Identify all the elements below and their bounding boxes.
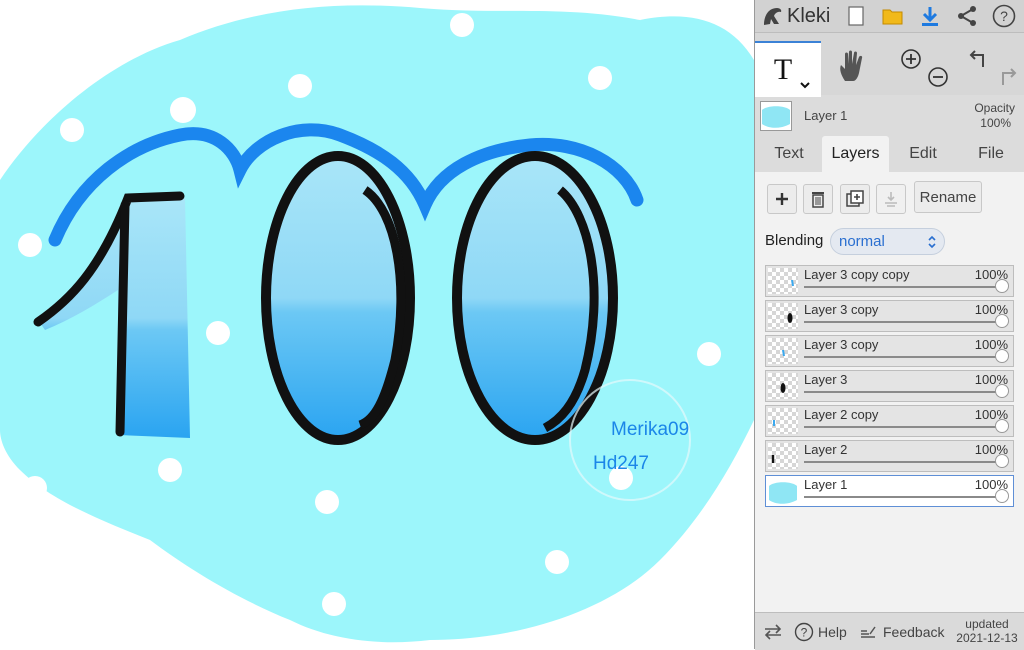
- current-layer-thumbnail: [760, 101, 792, 131]
- layer-thumbnail: [768, 443, 798, 469]
- share-icon[interactable]: [954, 3, 980, 29]
- blending-select[interactable]: normal: [830, 228, 945, 255]
- layer-opacity-knob[interactable]: [995, 489, 1009, 503]
- hand-tool-icon[interactable]: [837, 49, 869, 88]
- blending-value: normal: [839, 233, 885, 250]
- digit-zero-1: [261, 151, 415, 445]
- feedback-pen-icon: [861, 626, 876, 638]
- current-layer-name: Layer 1: [804, 108, 848, 123]
- layer-name: Layer 3: [804, 372, 848, 387]
- tab-layers[interactable]: Layers: [822, 136, 889, 172]
- layer-thumbnail: [768, 303, 798, 329]
- layer-item[interactable]: Layer 3 100%: [765, 370, 1014, 402]
- layer-opacity-slider[interactable]: [804, 356, 1001, 358]
- blending-label: Blending: [765, 232, 824, 249]
- layer-name: Layer 2 copy: [804, 407, 879, 422]
- layer-opacity-slider[interactable]: [804, 286, 1001, 288]
- add-layer-button[interactable]: [767, 184, 797, 214]
- layer-opacity-slider[interactable]: [804, 321, 1001, 323]
- digit-zero-2: [452, 151, 618, 445]
- tab-edit[interactable]: Edit: [895, 136, 951, 172]
- layer-thumbnail: [768, 478, 798, 504]
- text-tool-icon: T: [774, 53, 810, 89]
- current-layer-row: Layer 1 Opacity 100%: [755, 96, 1024, 134]
- tool-row: T: [755, 33, 1024, 97]
- updated-date: 2021-12-13: [956, 631, 1018, 645]
- layer-item-selected[interactable]: Layer 1 100%: [765, 475, 1014, 507]
- redo-icon[interactable]: [995, 65, 1019, 94]
- layer-thumbnail: [768, 408, 798, 434]
- tab-text[interactable]: Text: [761, 136, 817, 172]
- drawing-canvas[interactable]: Merika09 Hd247: [0, 0, 754, 649]
- layer-item[interactable]: Layer 3 copy 100%: [765, 300, 1014, 332]
- tab-file[interactable]: File: [961, 136, 1021, 172]
- rename-layer-button[interactable]: Rename: [914, 181, 982, 213]
- opacity-label: Opacity: [974, 101, 1015, 115]
- layer-opacity-slider[interactable]: [804, 461, 1001, 463]
- side-panel: Kleki ? T Layer 1 Opacity 100% Text Laye…: [754, 0, 1024, 650]
- layer-opacity-knob[interactable]: [995, 279, 1009, 293]
- new-image-icon[interactable]: [843, 3, 869, 29]
- layer-opacity-knob[interactable]: [995, 454, 1009, 468]
- help-icon[interactable]: ?: [991, 3, 1017, 29]
- duplicate-icon: [846, 190, 864, 207]
- artwork: [0, 5, 754, 643]
- signature-merika: Merika09: [611, 419, 690, 440]
- svg-text:T: T: [774, 53, 792, 86]
- app-name: Kleki: [787, 4, 831, 27]
- undo-icon[interactable]: [967, 47, 991, 76]
- signature-hd: Hd247: [593, 453, 649, 474]
- help-circle-icon: ?: [794, 622, 814, 641]
- layer-item[interactable]: Layer 2 copy 100%: [765, 405, 1014, 437]
- layer-name: Layer 3 copy: [804, 337, 879, 352]
- zoom-out-icon[interactable]: [926, 65, 950, 94]
- chevron-updown-icon: [928, 235, 936, 249]
- layer-name: Layer 1: [804, 477, 848, 492]
- layer-name: Layer 2: [804, 442, 848, 457]
- delete-layer-button[interactable]: [803, 184, 833, 214]
- svg-text:?: ?: [801, 625, 808, 639]
- layer-opacity-slider[interactable]: [804, 391, 1001, 393]
- layer-item[interactable]: Layer 2 100%: [765, 440, 1014, 472]
- kleki-logo-icon: [764, 8, 782, 25]
- download-icon[interactable]: [917, 3, 943, 29]
- layer-name: Layer 3 copy: [804, 302, 879, 317]
- updated-info[interactable]: updated 2021-12-13: [951, 617, 1023, 645]
- merge-down-icon: [885, 192, 897, 207]
- layer-item[interactable]: Layer 3 copy copy 100%: [765, 265, 1014, 297]
- layers-panel: Rename Blending normal Layer 3 copy copy…: [755, 172, 1024, 612]
- layer-opacity-knob[interactable]: [995, 349, 1009, 363]
- layer-thumbnail: [768, 268, 798, 294]
- layer-thumbnail: [768, 373, 798, 399]
- help-button[interactable]: ? Help: [794, 613, 847, 650]
- swap-side-button[interactable]: [763, 613, 783, 650]
- layer-item[interactable]: Layer 3 copy 100%: [765, 335, 1014, 367]
- opacity-value[interactable]: 100%: [980, 116, 1011, 130]
- feedback-label: Feedback: [883, 623, 945, 640]
- layer-opacity-knob[interactable]: [995, 384, 1009, 398]
- top-bar: Kleki ?: [755, 0, 1024, 33]
- layer-name: Layer 3 copy copy: [804, 267, 910, 282]
- bottom-bar: ? Help Feedback updated 2021-12-13: [755, 612, 1024, 650]
- layer-opacity-knob[interactable]: [995, 314, 1009, 328]
- kleki-logo: Kleki: [761, 2, 830, 30]
- tab-bar: Text Layers Edit File: [755, 136, 1024, 172]
- duplicate-layer-button[interactable]: [840, 184, 870, 214]
- trash-icon: [812, 192, 824, 208]
- plus-icon: [776, 193, 788, 205]
- updated-label: updated: [965, 617, 1009, 631]
- layer-thumbnail: [768, 338, 798, 364]
- zoom-in-icon[interactable]: [899, 47, 923, 76]
- feedback-button[interactable]: Feedback: [859, 613, 944, 650]
- merge-down-button[interactable]: [876, 184, 906, 214]
- help-label: Help: [818, 623, 847, 640]
- layer-opacity-slider[interactable]: [804, 426, 1001, 428]
- text-tool-button[interactable]: T: [755, 41, 821, 97]
- open-folder-icon[interactable]: [880, 3, 906, 29]
- layer-opacity-knob[interactable]: [995, 419, 1009, 433]
- layer-opacity-slider[interactable]: [804, 496, 1001, 498]
- swap-arrows-icon: [764, 623, 782, 640]
- svg-text:?: ?: [1000, 8, 1008, 24]
